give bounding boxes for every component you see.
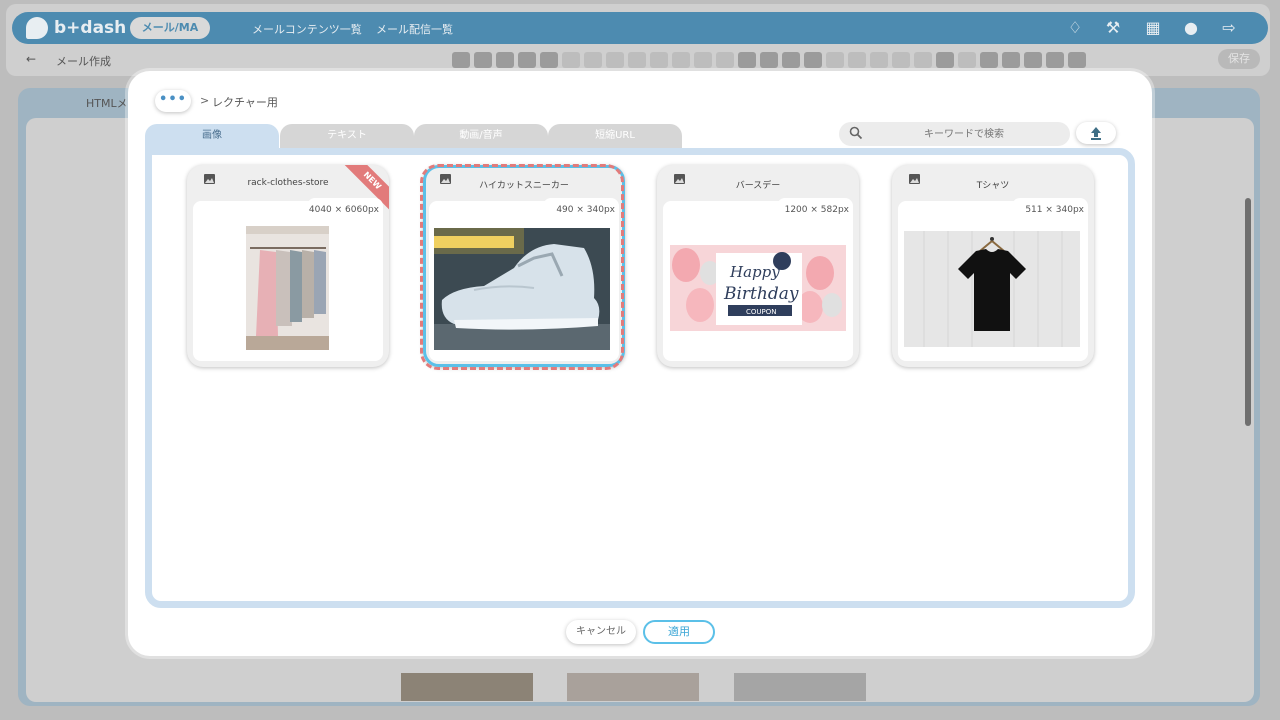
bg-thumbnail <box>567 673 699 701</box>
scrollbar-thumb[interactable] <box>1245 198 1251 426</box>
chain-icon[interactable] <box>826 52 844 68</box>
button-tool-icon[interactable] <box>518 52 536 68</box>
logo-text: b+dash <box>54 18 127 38</box>
settings-icon[interactable] <box>870 52 888 68</box>
form-icon[interactable] <box>914 52 932 68</box>
image-name: rack-clothes-store <box>247 178 329 188</box>
breadcrumb[interactable]: レクチャー用 <box>212 94 278 110</box>
back-arrow-icon[interactable]: ← <box>26 52 36 66</box>
undo-icon[interactable] <box>540 52 558 68</box>
image-type-icon <box>909 174 920 184</box>
image-thumbnail: Happy Birthday COUPON <box>670 245 846 331</box>
contact-icon[interactable] <box>1024 52 1042 68</box>
page-title: メール作成 <box>56 55 111 68</box>
editor-toolbar <box>452 50 1212 70</box>
database-icon[interactable] <box>892 52 910 68</box>
text-tool-icon[interactable] <box>474 52 492 68</box>
palette-icon[interactable] <box>584 52 602 68</box>
save-button[interactable]: 保存 <box>1218 49 1260 69</box>
tab-video-audio[interactable]: 動画/音声 <box>414 124 548 148</box>
copy-icon[interactable] <box>716 52 734 68</box>
image-size: 511 × 340px <box>1025 205 1084 215</box>
birthday-text-coupon: COUPON <box>746 308 777 316</box>
image-name: Tシャツ <box>976 181 1010 191</box>
link-block-icon[interactable] <box>1002 52 1020 68</box>
play-icon[interactable] <box>1046 52 1064 68</box>
search-icon <box>849 126 863 140</box>
breadcrumb-separator: > <box>200 94 210 107</box>
birthday-text-happy: Happy <box>729 263 780 281</box>
logout-icon[interactable]: ⇨ <box>1220 19 1238 37</box>
tab-image[interactable]: 画像 <box>145 124 279 148</box>
image-size: 1200 × 582px <box>784 205 849 215</box>
bg-thumbnail <box>401 673 533 701</box>
image-name: バースデー <box>735 181 781 191</box>
nav-mail-delivery[interactable]: メール配信一覧 <box>376 21 453 37</box>
columns-icon[interactable] <box>782 52 800 68</box>
upload-button[interactable] <box>1076 122 1116 144</box>
selection-highlight <box>420 164 624 370</box>
top-nav-bar: b+dash メール/MA メールコンテンツ一覧 メール配信一覧 ♢ ⚒ ▦ ●… <box>12 12 1268 44</box>
search-box <box>839 122 1070 146</box>
trash-icon[interactable] <box>738 52 756 68</box>
more-button[interactable]: ••• <box>155 90 191 112</box>
image-card[interactable]: rack-clothes-store NEW 4040 × 6060px <box>187 165 389 367</box>
wrench-icon[interactable]: ⚒ <box>1104 19 1122 37</box>
html-tab[interactable]: HTMLメ <box>86 95 128 111</box>
image-size: 4040 × 6060px <box>308 205 379 215</box>
grid-icon[interactable]: ▦ <box>1144 19 1162 37</box>
image-type-icon <box>674 174 685 184</box>
chevron-down-icon[interactable] <box>1068 52 1086 68</box>
branch-icon[interactable] <box>936 52 954 68</box>
image-thumbnail <box>246 226 329 350</box>
bell-icon[interactable]: ♢ <box>1066 19 1084 37</box>
search-input[interactable] <box>869 122 1059 146</box>
redo-icon[interactable] <box>562 52 580 68</box>
image-tool-icon[interactable] <box>452 52 470 68</box>
chat-icon[interactable]: ● <box>1182 19 1200 37</box>
apply-button[interactable]: 適用 <box>643 620 715 644</box>
bg-thumbnail <box>734 673 866 701</box>
pen-icon[interactable] <box>628 52 646 68</box>
nav-mail-contents[interactable]: メールコンテンツ一覧 <box>252 21 362 37</box>
add-block-icon[interactable] <box>980 52 998 68</box>
align-icon[interactable] <box>606 52 624 68</box>
cancel-button[interactable]: キャンセル <box>566 620 636 644</box>
tab-short-url[interactable]: 短縮URL <box>548 124 682 148</box>
target-icon[interactable] <box>650 52 668 68</box>
image-card[interactable]: バースデー 1200 × 582px Happy Birthday COUPON <box>657 165 859 367</box>
rows-icon[interactable] <box>804 52 822 68</box>
image-type-icon <box>204 174 215 184</box>
upload-icon <box>1090 125 1102 141</box>
link-tool-icon[interactable] <box>496 52 514 68</box>
image-picker-dialog: ••• > レクチャー用 画像 テキスト 動画/音声 短縮URL rack-cl… <box>128 71 1152 656</box>
product-badge[interactable]: メール/MA <box>130 17 210 39</box>
picture-icon[interactable] <box>694 52 712 68</box>
birthday-text-birthday: Birthday <box>723 284 799 304</box>
tab-text[interactable]: テキスト <box>280 124 414 148</box>
image-thumbnail <box>904 231 1080 347</box>
image-card[interactable]: Tシャツ 511 × 340px <box>892 165 1094 367</box>
expand-icon[interactable] <box>672 52 690 68</box>
logo-icon <box>26 17 48 39</box>
split-icon[interactable] <box>958 52 976 68</box>
logo[interactable]: b+dash <box>26 17 126 39</box>
calendar-icon[interactable] <box>848 52 866 68</box>
duplicate-icon[interactable] <box>760 52 778 68</box>
